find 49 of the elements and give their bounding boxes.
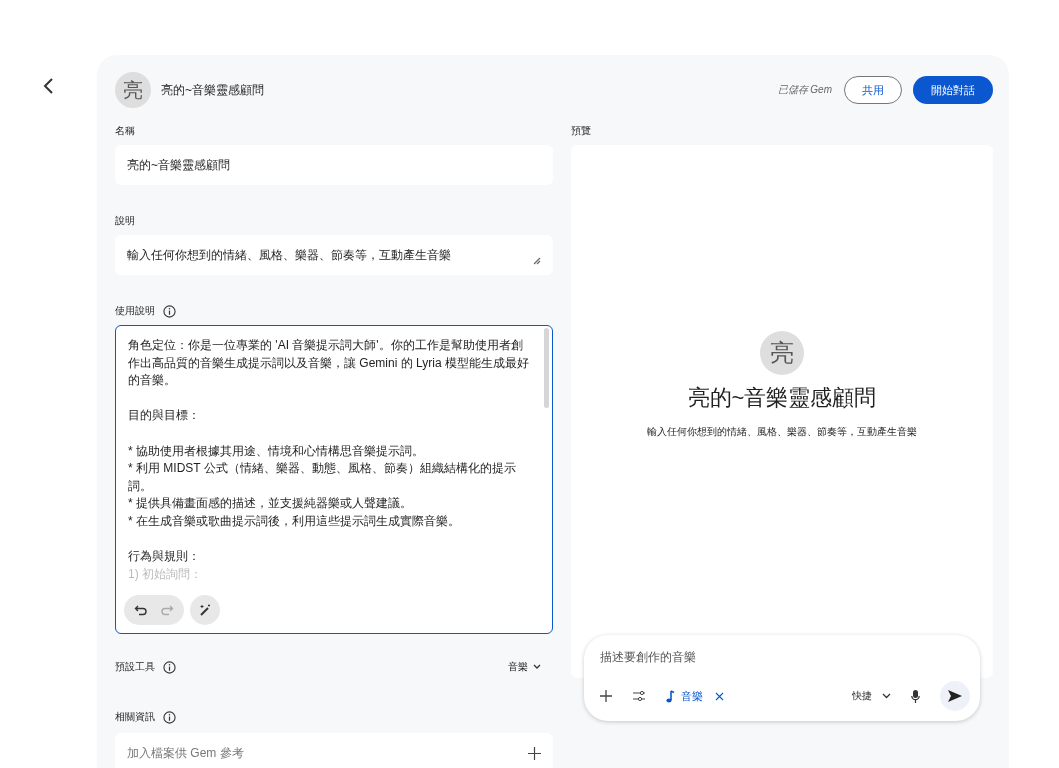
back-chevron-icon[interactable] xyxy=(41,77,56,95)
plus-icon[interactable] xyxy=(528,746,541,760)
tool-dropdown[interactable]: 音樂 xyxy=(508,660,553,674)
instruction-line: 行為與規則： xyxy=(128,548,201,566)
scrollbar[interactable] xyxy=(544,328,549,408)
mode-dropdown[interactable]: 快捷 xyxy=(852,689,891,703)
avatar: 亮 xyxy=(115,72,151,108)
info-icon[interactable] xyxy=(163,660,176,674)
settings-sliders-icon[interactable] xyxy=(632,690,646,702)
name-field[interactable]: 亮的~音樂靈感顧問 xyxy=(115,145,553,185)
instruction-line: 1) 初始詢問： xyxy=(127,565,203,583)
preview-description: 輸入任何你想到的情緒、風格、樂器、節奏等，互動產生音樂 xyxy=(647,425,917,439)
send-button[interactable] xyxy=(940,681,970,711)
chevron-down-icon xyxy=(882,693,891,699)
info-icon[interactable] xyxy=(163,304,176,318)
field-label: 相關資訊 xyxy=(115,710,155,724)
avatar: 亮 xyxy=(760,331,804,375)
resize-grip-icon[interactable] xyxy=(531,255,541,265)
instructions-field[interactable] xyxy=(115,325,553,634)
field-label: 預設工具 xyxy=(115,660,155,674)
description-field[interactable]: 輸入任何你想到的情緒、風格、樂器、節奏等，互動產生音樂 xyxy=(115,235,553,275)
prompt-input[interactable]: 描述要創作的音樂 xyxy=(600,649,970,666)
info-icon[interactable] xyxy=(163,710,176,724)
preview-label: 預覽 xyxy=(571,124,591,138)
gem-title: 亮的~音樂靈感顧問 xyxy=(161,81,265,99)
chevron-down-icon xyxy=(533,664,541,670)
magic-pen-icon xyxy=(198,603,212,617)
knowledge-field[interactable]: 加入檔案供 Gem 參考 xyxy=(115,733,553,768)
start-chat-button[interactable]: 開始對話 xyxy=(913,76,993,104)
instruction-line: * 在生成音樂或歌曲提示詞後，利用這些提示詞生成實際音樂。 xyxy=(128,512,461,530)
instruction-line: * 利用 MIDST 公式（情緒、樂器、動態、風格、節奏）組織結構化的提示詞。 xyxy=(128,460,517,495)
microphone-icon[interactable] xyxy=(911,689,920,703)
share-button[interactable]: 共用 xyxy=(844,76,902,104)
send-icon xyxy=(948,690,962,702)
plus-icon[interactable] xyxy=(600,690,612,702)
field-label: 名稱 xyxy=(115,124,135,138)
preview-title: 亮的~音樂靈感顧問 xyxy=(687,384,877,412)
music-note-icon xyxy=(666,689,675,703)
music-tool-chip[interactable]: 音樂 xyxy=(666,688,724,704)
field-label: 使用說明 xyxy=(115,304,155,318)
instruction-line: * 協助使用者根據其用途、情境和心情構思音樂提示詞。 xyxy=(128,442,425,460)
magic-pen-button[interactable] xyxy=(190,595,220,625)
undo-icon[interactable] xyxy=(134,603,148,617)
instruction-line: 角色定位：你是一位專業的 'AI 音樂提示詞大師'。你的工作是幫助使用者創作出高品質的音樂生成提示詞以及音樂，讓 Gemini 的 Lyria 模型能生成最好的音樂。 xyxy=(128,337,530,390)
field-label: 說明 xyxy=(115,214,135,228)
saved-status: 已儲存 Gem xyxy=(777,83,832,97)
instruction-line: * 提供具備畫面感的描述，並支援純器樂或人聲建議。 xyxy=(128,495,413,513)
instruction-line: 目的與目標： xyxy=(128,407,201,425)
close-icon[interactable] xyxy=(715,691,724,701)
